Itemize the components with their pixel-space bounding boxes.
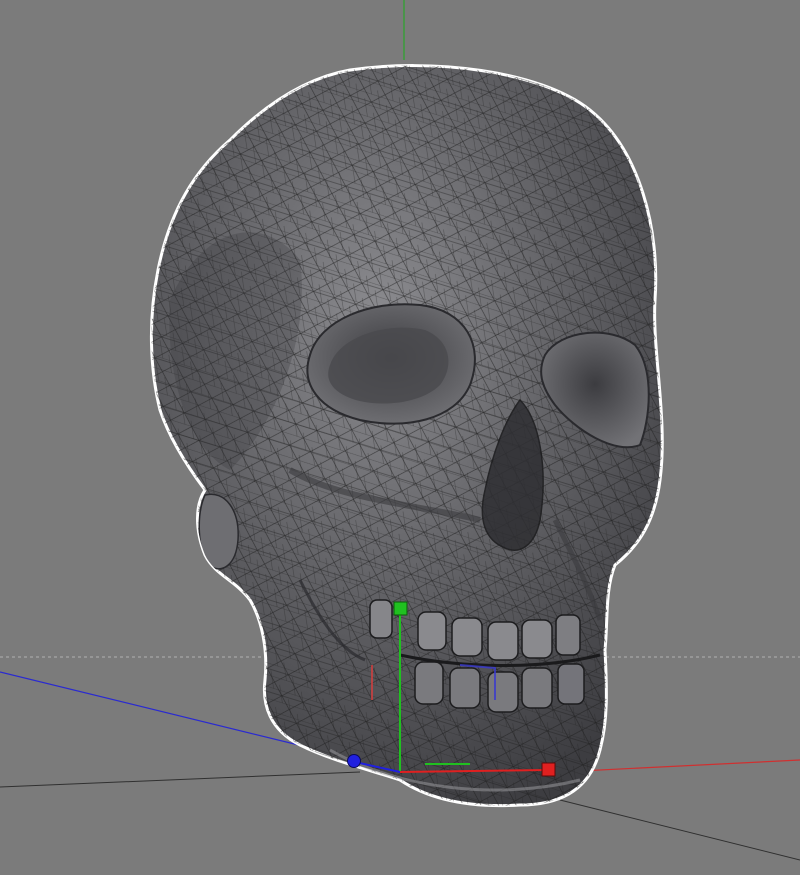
- world-grid-line-1: [0, 771, 361, 788]
- tooth: [449, 667, 481, 709]
- 3d-viewport[interactable]: [0, 0, 800, 875]
- world-grid-line-2: [559, 799, 800, 861]
- tooth: [417, 611, 447, 651]
- tooth: [451, 617, 483, 657]
- z-axis-handle-icon[interactable]: [347, 754, 361, 768]
- y-axis-handle-icon[interactable]: [393, 601, 408, 616]
- tooth: [487, 621, 519, 661]
- tooth: [487, 671, 519, 713]
- tooth: [521, 619, 553, 659]
- tooth: [414, 661, 444, 705]
- tooth: [369, 599, 393, 639]
- x-axis-handle-icon[interactable]: [541, 762, 556, 777]
- skull-mesh[interactable]: [140, 50, 680, 830]
- viewport-canvas[interactable]: [0, 0, 800, 875]
- tooth: [521, 667, 553, 709]
- skull-surface: [151, 65, 663, 806]
- tooth: [555, 614, 581, 656]
- tooth: [557, 663, 585, 705]
